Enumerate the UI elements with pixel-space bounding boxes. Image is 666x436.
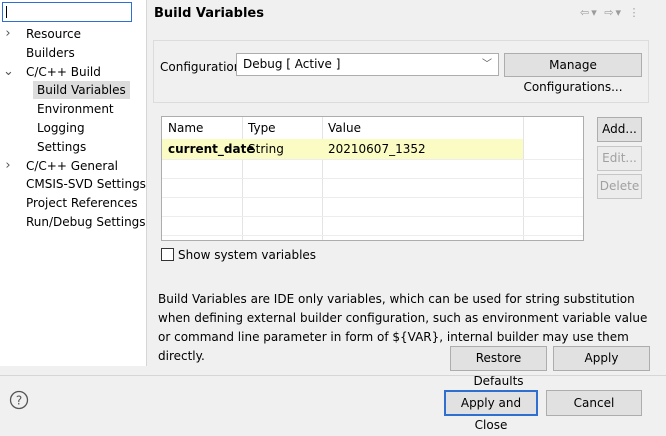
- tree-item-run-debug-settings[interactable]: Run/Debug Settings: [22, 213, 150, 231]
- column-divider[interactable]: [523, 117, 524, 240]
- view-menu-icon[interactable]: ⋮: [629, 6, 642, 19]
- edit-button[interactable]: Edit...: [597, 146, 642, 171]
- cancel-button[interactable]: Cancel: [546, 390, 642, 416]
- row-divider: [162, 216, 583, 217]
- tree-item-settings[interactable]: Settings: [33, 138, 90, 156]
- filter-input[interactable]: [2, 2, 132, 22]
- row-divider: [162, 235, 583, 236]
- row-divider: [162, 159, 583, 160]
- tree-item-logging[interactable]: Logging: [33, 119, 89, 137]
- show-system-variables-checkbox[interactable]: [161, 248, 174, 261]
- configuration-label: Configuration:: [160, 60, 246, 74]
- cell-type: String: [248, 142, 284, 156]
- dialog-separator: [0, 375, 666, 376]
- tree-item-build-variables[interactable]: Build Variables: [33, 81, 130, 99]
- tree-item-project-references[interactable]: Project References: [22, 194, 142, 212]
- forward-dropdown-icon[interactable]: ▾: [615, 6, 623, 19]
- svg-text:?: ?: [16, 394, 22, 408]
- tree-item-environment[interactable]: Environment: [33, 100, 118, 118]
- column-header-value[interactable]: Value: [322, 117, 361, 139]
- tree-item-c-c-general[interactable]: C/C++ General: [22, 157, 122, 175]
- tree-item-builders[interactable]: Builders: [22, 44, 79, 62]
- add-button[interactable]: Add...: [597, 117, 642, 142]
- forward-arrow-icon[interactable]: ⇨: [604, 6, 615, 19]
- restore-defaults-button[interactable]: Restore Defaults: [450, 346, 547, 388]
- chevron-right-icon[interactable]: ›: [3, 157, 13, 175]
- row-divider: [162, 197, 583, 198]
- tree-item-resource[interactable]: Resource: [22, 25, 85, 43]
- manage-configurations-button[interactable]: Manage Configurations...: [504, 53, 642, 94]
- row-divider: [162, 178, 583, 179]
- column-header-type[interactable]: Type: [242, 117, 276, 139]
- tree-item-cmsis-svd-settings[interactable]: CMSIS-SVD Settings: [22, 175, 150, 193]
- tree-item-c-c-build[interactable]: C/C++ Build: [22, 63, 105, 81]
- sash-divider[interactable]: [146, 0, 147, 366]
- cell-name: current_date: [168, 142, 255, 156]
- apply-and-close-button[interactable]: Apply and Close: [444, 390, 538, 432]
- variables-table[interactable]: Name Type Value current_date String 2021…: [161, 116, 584, 241]
- chevron-down-icon: ﹀: [482, 59, 492, 70]
- back-dropdown-icon[interactable]: ▾: [591, 6, 599, 19]
- configuration-value: Debug [ Active ]: [243, 57, 341, 71]
- table-row[interactable]: current_date String 20210607_1352: [162, 139, 523, 159]
- page-title: Build Variables: [154, 6, 264, 21]
- show-system-variables-label[interactable]: Show system variables: [178, 246, 316, 264]
- column-header-name[interactable]: Name: [162, 117, 203, 139]
- chevron-down-icon[interactable]: ⌄: [3, 63, 14, 81]
- chevron-right-icon[interactable]: ›: [3, 25, 13, 43]
- cell-value: 20210607_1352: [328, 142, 426, 156]
- navigation-icons[interactable]: ⇦▾ ⇨▾ ⋮: [580, 4, 642, 22]
- delete-button[interactable]: Delete: [597, 174, 642, 199]
- help-icon[interactable]: ?: [9, 390, 29, 410]
- configuration-select[interactable]: Debug [ Active ] ﹀: [236, 53, 499, 76]
- apply-button[interactable]: Apply: [553, 346, 650, 371]
- back-arrow-icon[interactable]: ⇦: [580, 6, 591, 19]
